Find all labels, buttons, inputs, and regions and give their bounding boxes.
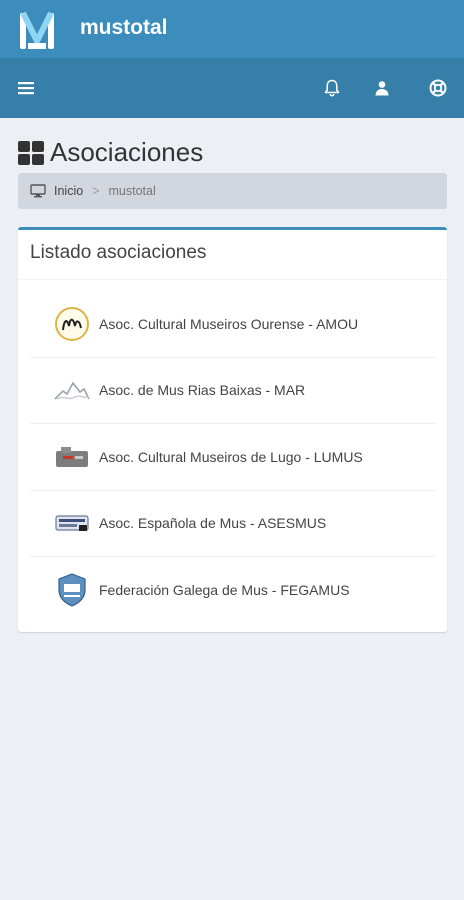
app-logo[interactable] (18, 9, 56, 51)
list-item-label: Asoc. Española de Mus - ASESMUS (99, 515, 327, 532)
list-item[interactable]: Asoc. de Mus Rias Baixas - MAR (30, 358, 435, 424)
page-title: Asociaciones (50, 137, 204, 167)
lumus-logo-icon (52, 437, 92, 477)
user-icon (375, 81, 389, 96)
desktop-icon (30, 184, 46, 198)
list-item[interactable]: Asoc. Española de Mus - ASESMUS (30, 491, 435, 557)
breadcrumb-current: mustotal (108, 184, 156, 198)
hamburger-icon (18, 82, 34, 95)
asesmus-logo-icon (52, 503, 92, 543)
hamburger-menu-button[interactable] (14, 76, 38, 100)
page-header: Asociaciones (18, 137, 203, 168)
list-item[interactable]: Federación Galega de Mus - FEGAMUS (30, 557, 435, 624)
box-header: Listado asociaciones (18, 230, 447, 280)
list-item-label: Asoc. Cultural Museiros de Lugo - LUMUS (99, 448, 363, 465)
notifications-button[interactable] (320, 76, 344, 100)
list-item[interactable]: Asoc. Cultural Museiros Ourense - AMOU (30, 291, 435, 358)
navbar (0, 58, 464, 118)
associations-list: Asoc. Cultural Museiros Ourense - AMOU A… (30, 291, 435, 624)
fegamus-logo-icon (52, 570, 92, 610)
breadcrumb-home-link[interactable]: Inicio (54, 184, 83, 198)
breadcrumb: Inicio > mustotal (18, 173, 447, 209)
app-name: mustotal (80, 16, 168, 39)
amou-logo-icon (52, 304, 92, 344)
mar-logo-icon (52, 370, 92, 410)
top-header: mustotal (0, 0, 464, 58)
list-item[interactable]: Asoc. Cultural Museiros de Lugo - LUMUS (30, 424, 435, 491)
user-button[interactable] (370, 76, 394, 100)
lifebuoy-icon (429, 79, 447, 97)
list-item-label: Federación Galega de Mus - FEGAMUS (99, 582, 350, 599)
associations-box: Listado asociaciones Asoc. Cultural Muse… (18, 227, 447, 632)
box-title: Listado asociaciones (30, 242, 207, 263)
grid-icon (18, 140, 44, 165)
breadcrumb-separator: > (92, 184, 100, 198)
bell-icon (324, 79, 340, 97)
list-item-label: Asoc. Cultural Museiros Ourense - AMOU (99, 315, 359, 332)
list-item-label: Asoc. de Mus Rias Baixas - MAR (99, 382, 306, 399)
support-button[interactable] (426, 76, 450, 100)
